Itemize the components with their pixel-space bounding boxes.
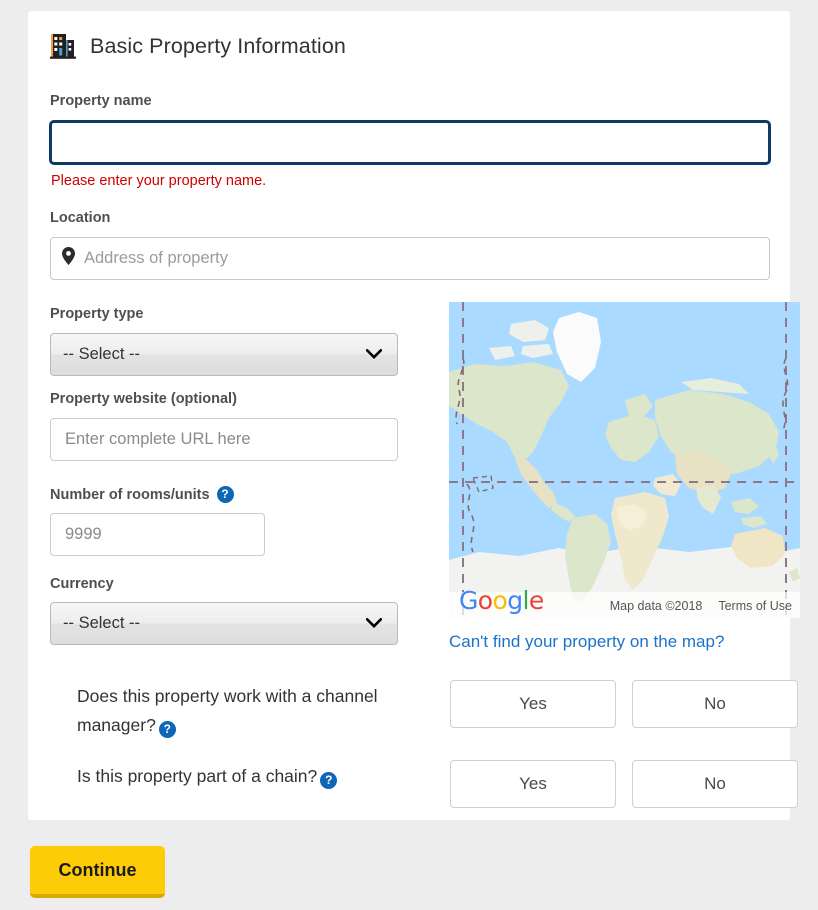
chain-no-button[interactable]: No [632,760,798,808]
rooms-units-label: Number of rooms/units ? [50,486,234,503]
continue-button[interactable]: Continue [30,846,165,898]
property-name-input[interactable] [49,120,771,165]
help-icon[interactable]: ? [159,721,176,738]
google-logo-letter: e [529,586,544,615]
world-map[interactable]: Google Map data ©2018 Terms of Use [449,302,800,618]
channel-manager-question: Does this property work with a channel m… [77,682,417,740]
property-website-label: Property website (optional) [50,391,237,407]
chain-question: Is this property part of a chain?? [77,762,437,791]
property-website-placeholder: Enter complete URL here [65,430,251,449]
google-logo-letter: G [459,586,478,615]
chevron-down-icon [366,614,385,633]
google-logo-letter: g [507,586,522,615]
chain-question-text: Is this property part of a chain? [77,766,317,786]
currency-label: Currency [50,576,114,592]
property-type-value: -- Select -- [63,345,140,364]
location-placeholder: Address of property [84,249,228,268]
chevron-down-icon [366,345,385,364]
property-info-card: Basic Property Information Property name… [28,11,790,820]
property-type-select[interactable]: -- Select -- [50,333,398,376]
help-icon[interactable]: ? [320,772,337,789]
property-type-label: Property type [50,306,143,322]
terms-of-use-link[interactable]: Terms of Use [718,599,792,613]
channel-manager-yes-button[interactable]: Yes [450,680,616,728]
location-input[interactable]: Address of property [50,237,770,280]
cant-find-property-link[interactable]: Can't find your property on the map? [449,632,724,652]
building-icon [50,32,76,60]
google-logo-letter: o [492,586,507,615]
card-header: Basic Property Information [50,32,346,60]
property-name-label: Property name [50,93,152,109]
map-data-text: Map data ©2018 [610,599,703,613]
google-logo: Google [459,586,544,615]
channel-manager-no-button[interactable]: No [632,680,798,728]
currency-value: -- Select -- [63,614,140,633]
help-icon[interactable]: ? [217,486,234,503]
property-name-error: Please enter your property name. [51,173,266,189]
map-attribution: Map data ©2018 Terms of Use [610,599,792,613]
rooms-units-input[interactable]: 9999 [50,513,265,556]
chain-yes-button[interactable]: Yes [450,760,616,808]
rooms-units-placeholder: 9999 [65,525,102,544]
map-pin-icon [62,247,75,270]
property-website-input[interactable]: Enter complete URL here [50,418,398,461]
google-logo-letter: o [478,586,493,615]
channel-manager-question-text: Does this property work with a channel m… [77,686,378,735]
page-title: Basic Property Information [90,34,346,59]
location-label: Location [50,210,110,226]
page-root: Basic Property Information Property name… [0,0,818,910]
currency-select[interactable]: -- Select -- [50,602,398,645]
